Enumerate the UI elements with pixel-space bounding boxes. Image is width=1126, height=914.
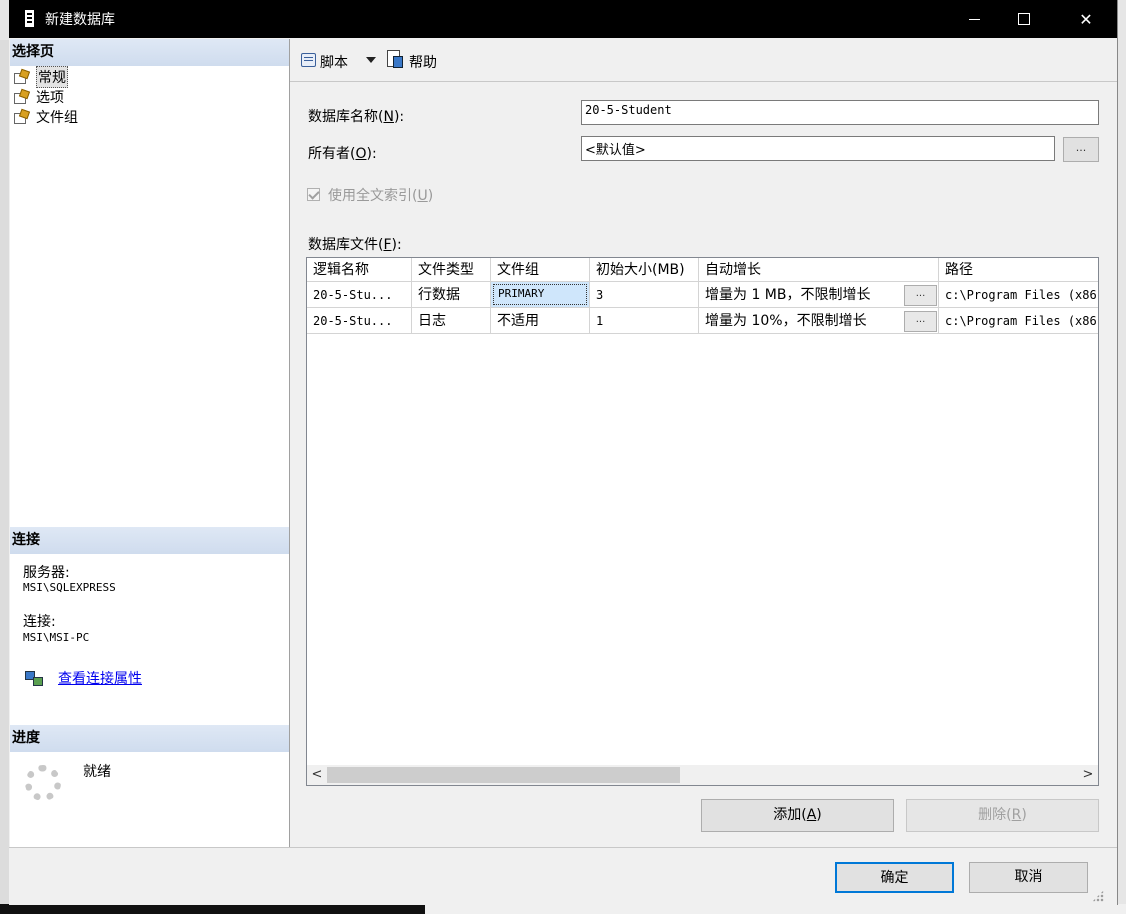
scrollbar-thumb[interactable] — [327, 767, 680, 783]
page-icon — [14, 108, 31, 124]
close-button[interactable]: ✕ — [1063, 0, 1109, 38]
progress-status: 就绪 — [83, 764, 111, 780]
page-item-label: 常规 — [36, 66, 68, 88]
autogrowth-cell[interactable]: 增量为 1 MB，不限制增长 — [699, 282, 939, 308]
connection-properties-icon — [25, 671, 43, 687]
owner-label: 所有者(O): — [308, 146, 377, 162]
help-button[interactable]: 帮助 — [409, 52, 437, 72]
help-icon[interactable] — [386, 50, 404, 69]
logical-name-cell[interactable]: 20-5-Stu... — [307, 308, 412, 334]
close-icon: ✕ — [1079, 9, 1093, 29]
file-type-cell[interactable]: 日志 — [412, 308, 491, 334]
toolbar: 脚本 帮助 — [290, 39, 1117, 82]
window-title: 新建数据库 — [45, 12, 115, 28]
autogrowth-value: 增量为 10%，不限制增长 — [705, 313, 867, 329]
page-icon — [14, 88, 31, 104]
column-header[interactable]: 文件组 — [491, 258, 590, 282]
remove-button[interactable]: 删除(R) — [906, 799, 1099, 832]
filegroup-cell[interactable]: 不适用 — [491, 308, 590, 334]
left-pane: 选择页 常规 选项 文件组 连接 服务器: MSI\SQLEXPRESS 连接:… — [10, 39, 290, 847]
column-header[interactable]: 路径 — [939, 258, 1098, 282]
database-files-grid[interactable]: 逻辑名称 文件类型 文件组 初始大小(MB) 自动增长 路径 20-5-Stu.… — [306, 257, 1099, 786]
column-header[interactable]: 自动增长 — [699, 258, 939, 282]
autogrowth-value: 增量为 1 MB，不限制增长 — [705, 287, 871, 303]
cancel-button[interactable]: 取消 — [969, 862, 1088, 893]
database-files-label: 数据库文件(F): — [308, 237, 402, 253]
background-window-strip — [425, 904, 1126, 914]
column-header[interactable]: 文件类型 — [412, 258, 491, 282]
page-item-options[interactable]: 选项 — [14, 87, 64, 107]
connection-value: MSI\MSI-PC — [23, 631, 90, 644]
logical-name-cell[interactable]: 20-5-Stu... — [307, 282, 412, 308]
view-connection-properties-link[interactable]: 查看连接属性 — [58, 668, 142, 688]
autogrowth-cell[interactable]: 增量为 10%，不限制增长 — [699, 308, 939, 334]
minimize-icon — [968, 18, 980, 20]
page-icon — [14, 68, 31, 84]
page-item-general[interactable]: 常规 — [14, 66, 68, 88]
script-icon[interactable] — [300, 51, 318, 69]
database-icon — [25, 10, 34, 27]
owner-input[interactable]: <默认值> — [581, 136, 1055, 161]
minimize-button[interactable] — [951, 0, 997, 38]
filegroup-cell[interactable]: PRIMARY — [491, 282, 590, 308]
server-value: MSI\SQLEXPRESS — [23, 581, 116, 594]
filegroup-value: PRIMARY — [493, 284, 587, 305]
select-page-header: 选择页 — [10, 39, 289, 66]
ok-button[interactable]: 确定 — [835, 862, 954, 893]
autogrowth-browse-button[interactable]: ... — [904, 285, 937, 306]
maximize-icon — [1018, 13, 1030, 25]
horizontal-scrollbar[interactable]: < > — [307, 765, 1098, 785]
path-cell[interactable]: c:\Program Files (x86 — [939, 308, 1098, 334]
footer-separator — [9, 847, 1117, 848]
owner-browse-button[interactable]: ... — [1063, 137, 1099, 162]
path-cell[interactable]: c:\Program Files (x86 — [939, 282, 1098, 308]
scroll-right-icon[interactable]: > — [1078, 765, 1098, 785]
progress-spinner-icon — [25, 765, 61, 801]
title-bar[interactable]: 新建数据库 ✕ — [9, 0, 1117, 38]
column-header[interactable]: 初始大小(MB) — [590, 258, 699, 282]
page-item-filegroups[interactable]: 文件组 — [14, 107, 78, 127]
column-header[interactable]: 逻辑名称 — [307, 258, 412, 282]
server-label: 服务器: — [23, 565, 70, 581]
initial-size-cell[interactable]: 1 — [590, 308, 699, 334]
fulltext-index-checkbox[interactable] — [307, 188, 320, 201]
page-item-label: 文件组 — [36, 110, 78, 126]
scroll-left-icon[interactable]: < — [307, 765, 327, 785]
progress-header: 进度 — [10, 725, 289, 752]
autogrowth-browse-button[interactable]: ... — [904, 311, 937, 332]
database-name-label: 数据库名称(N): — [308, 109, 405, 125]
background-taskbar — [0, 904, 425, 914]
add-button[interactable]: 添加(A) — [701, 799, 894, 832]
script-button[interactable]: 脚本 — [320, 52, 348, 72]
connection-header: 连接 — [10, 527, 289, 554]
database-name-input[interactable]: 20-5-Student — [581, 100, 1099, 125]
initial-size-cell[interactable]: 3 — [590, 282, 699, 308]
connection-label: 连接: — [23, 614, 56, 630]
file-type-cell[interactable]: 行数据 — [412, 282, 491, 308]
maximize-button[interactable] — [1001, 0, 1047, 38]
chevron-down-icon[interactable] — [366, 57, 376, 63]
fulltext-index-label: 使用全文索引(U) — [328, 188, 434, 204]
page-item-label: 选项 — [36, 90, 64, 106]
